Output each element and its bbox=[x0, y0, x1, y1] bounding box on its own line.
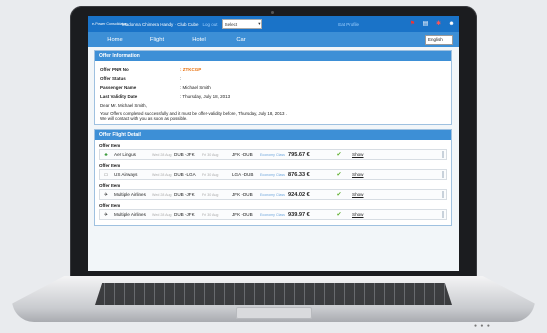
validity-value: : Thursday, July 18, 2013 bbox=[180, 94, 231, 99]
airline-name: US Airways bbox=[114, 172, 138, 177]
price: 939.97 € bbox=[288, 211, 310, 218]
greeting-text: Dear Mr. Michael Smith, bbox=[100, 103, 147, 108]
outbound-date: Wed 28 Aug bbox=[152, 172, 172, 177]
return-date: Fri 30 Aug bbox=[202, 212, 219, 217]
top-select[interactable]: Select ▾ bbox=[221, 19, 262, 29]
nav-car[interactable]: Car bbox=[220, 37, 262, 43]
row-scroll-handle bbox=[442, 171, 444, 178]
flight-row: ♣ Aer Lingus Wed 28 Aug DUB -JFK Fri 30 … bbox=[99, 149, 447, 160]
top-select-value: Select bbox=[224, 21, 238, 27]
flight-row: ✈ Multiple Airlines Wed 28 Aug DUB -JFK … bbox=[99, 189, 447, 200]
check-icon: ✔ bbox=[336, 152, 342, 158]
offer-information-header: Offer Information bbox=[95, 51, 451, 61]
show-link[interactable]: Show bbox=[352, 152, 376, 157]
nav-home[interactable]: Home bbox=[94, 37, 136, 43]
user-links[interactable]: Madonna Chimera Handy · Club Cube bbox=[122, 22, 199, 27]
status-value: : bbox=[180, 76, 182, 81]
chevron-down-icon: ▾ bbox=[258, 21, 261, 26]
document-icon[interactable]: ▤ bbox=[422, 21, 429, 28]
settings-icon[interactable]: ✱ bbox=[435, 21, 442, 28]
cabin-class: Economy Class bbox=[260, 212, 285, 217]
status-dots: ● ● ● bbox=[474, 323, 491, 329]
airline-name: Multiple Airlines bbox=[114, 212, 146, 217]
shamrock-icon: ♣ bbox=[104, 151, 108, 158]
trackpad bbox=[236, 307, 312, 319]
usairways-icon: ▭ bbox=[103, 171, 109, 178]
flight-row: ▭ US Airways Wed 28 Aug DUB -LGA Fri 30 … bbox=[99, 169, 447, 180]
price: 876.33 € bbox=[288, 171, 310, 178]
outbound-route: DUB -LGA bbox=[174, 172, 196, 177]
keyboard bbox=[95, 283, 452, 305]
screen: e-Power Consolidator Madonna Chimera Han… bbox=[88, 16, 459, 271]
info-label: Passenger Name bbox=[100, 85, 137, 90]
offer-flight-detail-header: Offer Flight Detail bbox=[95, 130, 451, 140]
offer-item-label: Offer Item bbox=[99, 183, 121, 188]
offer-item-label: Offer Item bbox=[99, 163, 121, 168]
row-scroll-handle bbox=[442, 151, 444, 158]
cabin-class: Economy Class bbox=[260, 172, 285, 177]
flight-items: Offer Item ♣ Aer Lingus Wed 28 Aug DUB -… bbox=[95, 140, 451, 225]
offer-item-label: Offer Item bbox=[99, 203, 121, 208]
cabin-class: Economy Class bbox=[260, 152, 285, 157]
logout-link[interactable]: Log out bbox=[203, 22, 218, 27]
flight-row: ✈ Multiple Airlines Wed 28 Aug DUB -JFK … bbox=[99, 209, 447, 220]
info-row-passenger: Passenger Name : Michael Smith bbox=[100, 83, 446, 92]
show-link[interactable]: Show bbox=[352, 192, 376, 197]
offer-information-panel: Offer Information Offer PNR No : ZTKCGP … bbox=[94, 50, 452, 125]
return-route: JFK -DUB bbox=[232, 152, 253, 157]
price: 924.02 € bbox=[288, 191, 310, 198]
info-row-pnr: Offer PNR No : ZTKCGP bbox=[100, 65, 446, 74]
plane-icon: ✈ bbox=[103, 191, 109, 198]
cabin-class: Economy Class bbox=[260, 192, 285, 197]
user-icon[interactable]: ☻ bbox=[448, 21, 455, 28]
flag-icon[interactable]: ⚑ bbox=[409, 21, 416, 28]
offer-item-label: Offer Item bbox=[99, 143, 121, 148]
price: 795.67 € bbox=[288, 151, 310, 158]
pnr-value: : ZTKCGP bbox=[180, 67, 202, 72]
main-nav: Home Flight Hotel Car English bbox=[88, 32, 459, 47]
outbound-route: DUB -JFK bbox=[174, 212, 195, 217]
return-date: Fri 30 Aug bbox=[202, 152, 219, 157]
row-scroll-handle bbox=[442, 191, 444, 198]
outbound-route: DUB -JFK bbox=[174, 152, 195, 157]
profile-link[interactable]: Eat Profile bbox=[338, 22, 359, 27]
nav-hotel[interactable]: Hotel bbox=[178, 37, 220, 43]
info-label: Offer PNR No bbox=[100, 67, 129, 72]
top-bar: e-Power Consolidator Madonna Chimera Han… bbox=[88, 16, 459, 32]
show-link[interactable]: Show bbox=[352, 212, 376, 217]
return-route: JFK -DUB bbox=[232, 212, 253, 217]
check-icon: ✔ bbox=[336, 192, 342, 198]
show-link[interactable]: Show bbox=[352, 172, 376, 177]
language-value: English bbox=[428, 37, 443, 42]
return-date: Fri 30 Aug bbox=[202, 172, 219, 177]
offer-message-contact: We will contact with you as soon as poss… bbox=[100, 116, 188, 121]
return-date: Fri 30 Aug bbox=[202, 192, 219, 197]
top-right-tools: Eat Profile ⚑ ▤ ✱ ☻ bbox=[338, 21, 455, 28]
airline-name: Aer Lingus bbox=[114, 152, 136, 157]
outbound-date: Wed 28 Aug bbox=[152, 152, 172, 157]
offer-flight-detail-panel: Offer Flight Detail Offer Item ♣ Aer Lin… bbox=[94, 129, 452, 226]
return-route: LGA -DUB bbox=[232, 172, 254, 177]
return-route: JFK -DUB bbox=[232, 192, 253, 197]
check-icon: ✔ bbox=[336, 212, 342, 218]
check-icon: ✔ bbox=[336, 172, 342, 178]
app-logo[interactable]: e-Power Consolidator bbox=[92, 22, 127, 26]
info-row-status: Offer Status : bbox=[100, 74, 446, 83]
offer-information-body: Offer PNR No : ZTKCGP Offer Status : Pas… bbox=[95, 61, 451, 124]
nav-flight[interactable]: Flight bbox=[136, 37, 178, 43]
plane-icon: ✈ bbox=[103, 211, 109, 218]
language-select[interactable]: English bbox=[425, 34, 453, 45]
info-label: Offer Status bbox=[100, 76, 126, 81]
webcam bbox=[271, 11, 274, 14]
outbound-date: Wed 28 Aug bbox=[152, 212, 172, 217]
outbound-route: DUB -JFK bbox=[174, 192, 195, 197]
row-scroll-handle bbox=[442, 211, 444, 218]
info-row-validity: Last Validity Date : Thursday, July 18, … bbox=[100, 92, 446, 101]
airline-name: Multiple Airlines bbox=[114, 192, 146, 197]
passenger-value: : Michael Smith bbox=[180, 85, 211, 90]
outbound-date: Wed 28 Aug bbox=[152, 192, 172, 197]
info-label: Last Validity Date bbox=[100, 94, 138, 99]
